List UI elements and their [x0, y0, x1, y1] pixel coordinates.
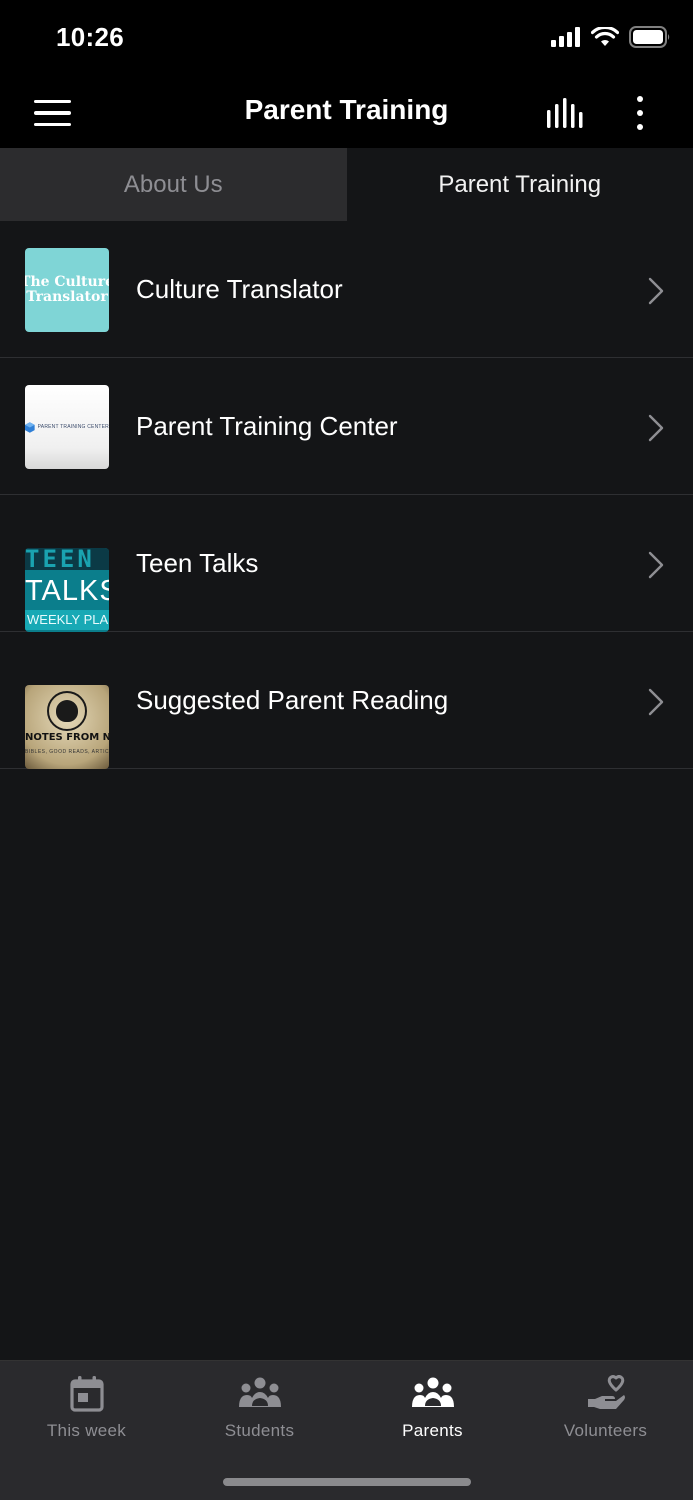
list-item-label: Parent Training Center [136, 411, 398, 441]
more-dot-icon [637, 110, 643, 116]
portrait-silhouette-icon [56, 700, 78, 722]
tab-bar: About Us Parent Training [0, 148, 693, 221]
list-item-label: Suggested Parent Reading [136, 685, 449, 715]
nav-item-volunteers[interactable]: Volunteers [519, 1361, 692, 1461]
status-time: 10:26 [56, 22, 124, 52]
cube-logo-icon [25, 421, 35, 433]
thumbnail-text: WEEKLY PLAN [25, 610, 109, 630]
cellular-signal-icon [551, 27, 580, 47]
chevron-right-icon [648, 414, 664, 442]
status-bar: 10:26 [0, 0, 693, 78]
list-item-label: Culture Translator [136, 274, 343, 304]
menu-button[interactable] [28, 94, 76, 132]
thumbnail-text: The Culture [25, 274, 109, 290]
hand-heart-icon [587, 1375, 625, 1409]
notes-from-nathan-thumbnail: NOTES FROM NATHAN BIBLES, GOOD READS, AR… [25, 685, 109, 769]
tab-about-us[interactable]: About Us [0, 148, 347, 221]
thumbnail-text: TEEN [25, 548, 109, 570]
status-icons [551, 26, 671, 48]
content-list: The Culture Translator Culture Translato… [0, 221, 693, 769]
list-item-parent-training-center[interactable]: PARENT TRAINING CENTER Parent Training C… [0, 358, 693, 495]
hamburger-icon-bar [34, 99, 71, 104]
nav-label: This week [46, 1421, 127, 1440]
tab-parent-training[interactable]: Parent Training [346, 148, 693, 221]
list-item-culture-translator[interactable]: The Culture Translator Culture Translato… [0, 221, 693, 358]
battery-icon [629, 26, 670, 48]
group-icon [238, 1377, 281, 1407]
nav-label: Students [224, 1421, 295, 1440]
app-header: Parent Training [0, 78, 693, 148]
thumbnail-text: PARENT TRAINING CENTER [37, 424, 109, 430]
more-options-button[interactable] [622, 90, 658, 136]
thumbnail-text: TALKS [25, 575, 109, 607]
thumbnail-text: BIBLES, GOOD READS, ARTICLES & MORE [25, 749, 109, 755]
bar-chart-icon[interactable] [540, 92, 592, 134]
nav-item-this-week[interactable]: This week [0, 1361, 173, 1461]
chevron-right-icon [648, 277, 664, 305]
home-indicator[interactable] [223, 1478, 471, 1486]
wifi-icon [591, 27, 619, 46]
list-item-teen-talks[interactable]: TEEN TALKS WEEKLY PLAN Teen Talks [0, 495, 693, 632]
calendar-icon [69, 1376, 104, 1412]
hamburger-icon-bar [34, 122, 71, 127]
teen-talks-thumbnail: TEEN TALKS WEEKLY PLAN [25, 548, 109, 632]
more-dot-icon [637, 96, 643, 102]
list-item-label: Teen Talks [136, 548, 259, 578]
nav-label: Parents [402, 1421, 463, 1440]
thumbnail-text: Translator [26, 289, 108, 305]
group-icon [411, 1377, 454, 1407]
nav-item-students[interactable]: Students [173, 1361, 346, 1461]
parent-training-center-thumbnail: PARENT TRAINING CENTER [25, 385, 109, 469]
culture-translator-thumbnail: The Culture Translator [25, 248, 109, 332]
hamburger-icon-bar [34, 111, 71, 115]
chevron-right-icon [648, 688, 664, 716]
nav-label: Volunteers [563, 1421, 648, 1440]
list-item-suggested-parent-reading[interactable]: NOTES FROM NATHAN BIBLES, GOOD READS, AR… [0, 632, 693, 769]
thumbnail-text: NOTES FROM NATHAN [25, 732, 109, 743]
more-dot-icon [637, 124, 643, 130]
chevron-right-icon [648, 551, 664, 579]
nav-item-parents[interactable]: Parents [346, 1361, 519, 1461]
